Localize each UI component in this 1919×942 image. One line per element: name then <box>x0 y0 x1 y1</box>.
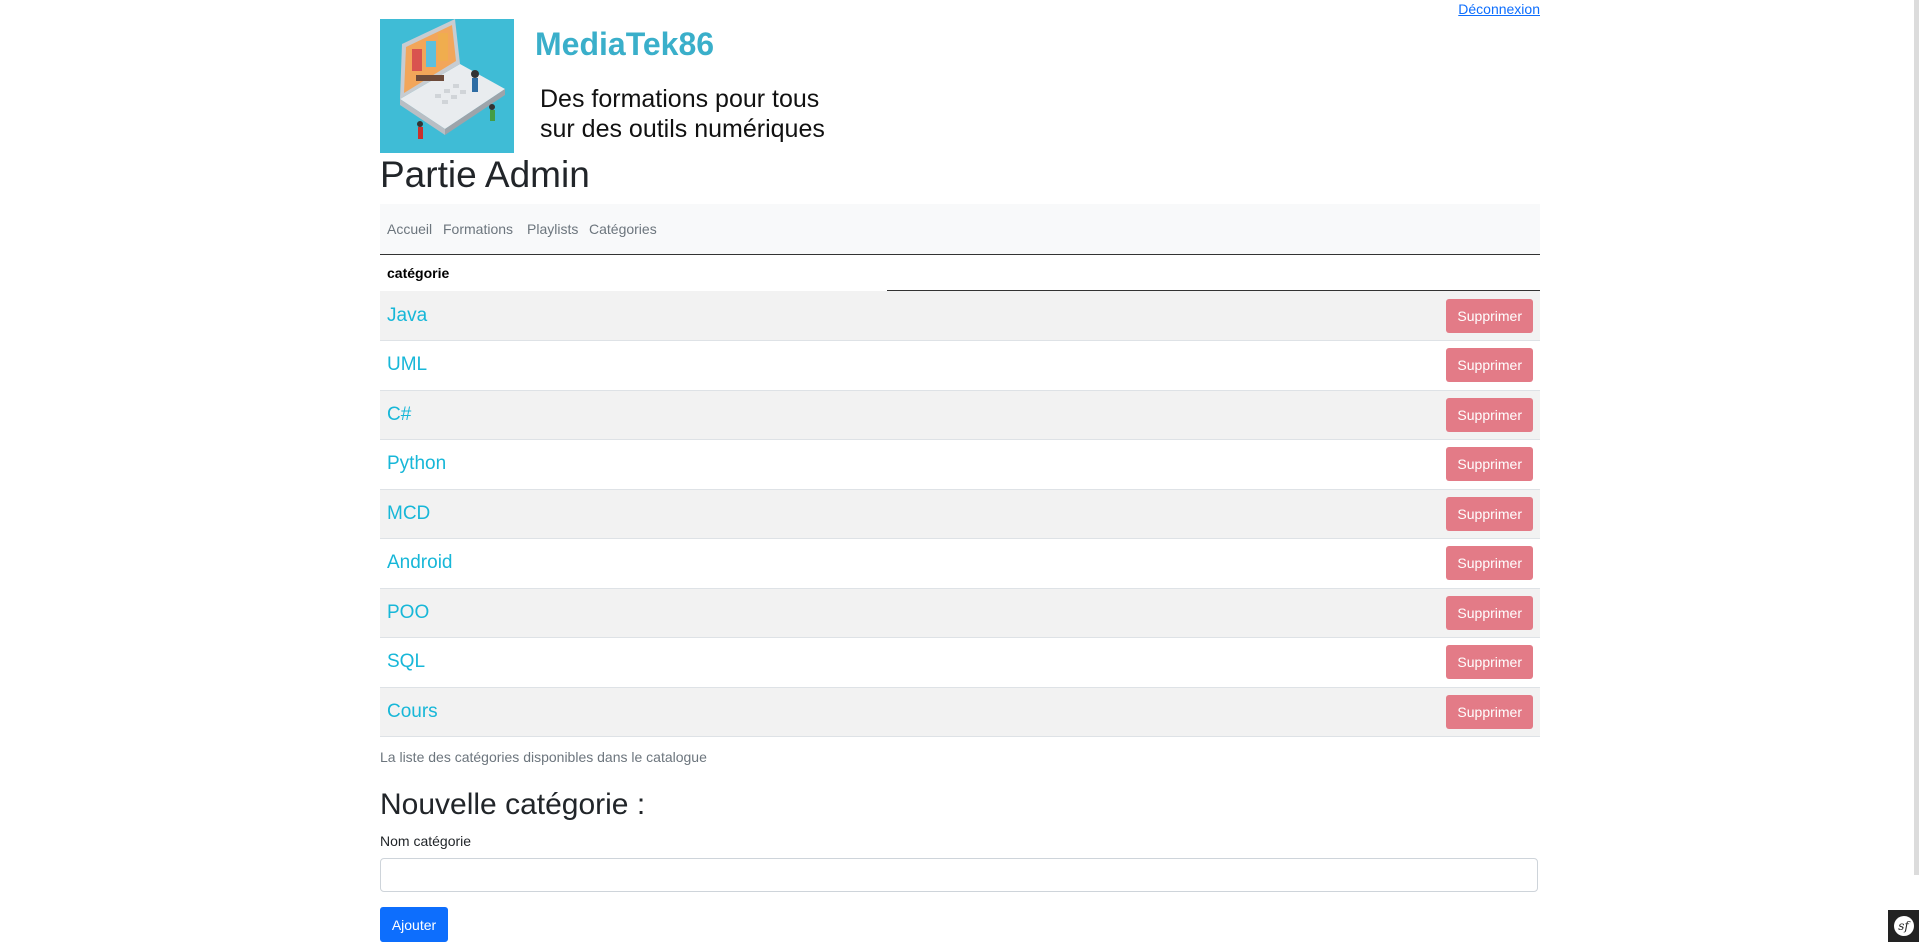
delete-button[interactable]: Supprimer <box>1446 496 1533 531</box>
tagline-line-1: Des formations pour tous <box>540 85 820 113</box>
nav-item-playlists[interactable]: Playlists <box>527 221 578 237</box>
delete-button[interactable]: Supprimer <box>1446 595 1533 630</box>
delete-button[interactable]: Supprimer <box>1446 298 1533 333</box>
new-category-title: Nouvelle catégorie : <box>380 788 646 821</box>
category-name-label: Nom catégorie <box>380 833 472 849</box>
logo-image <box>380 19 514 153</box>
nav-item-accueil[interactable]: Accueil <box>387 221 432 237</box>
category-name-input[interactable] <box>380 858 1538 892</box>
category-link[interactable]: Python <box>387 453 446 474</box>
add-button[interactable]: Ajouter <box>380 907 448 942</box>
admin-navbar: Accueil Formations Playlists Catégories <box>380 204 1540 254</box>
table-row: Java Supprimer <box>380 291 1540 341</box>
site-header: MediaTek86 Des formations pour tous sur … <box>380 0 1540 154</box>
table-row: Android Supprimer <box>380 538 1540 588</box>
table-row: MCD Supprimer <box>380 489 1540 539</box>
table-row: SQL Supprimer <box>380 637 1540 687</box>
category-link[interactable]: Android <box>387 552 453 573</box>
table-row: UML Supprimer <box>380 340 1540 390</box>
symfony-icon: sf <box>1893 916 1914 936</box>
category-link[interactable]: Java <box>387 305 427 326</box>
table-row: POO Supprimer <box>380 588 1540 638</box>
delete-button[interactable]: Supprimer <box>1446 694 1533 729</box>
category-link[interactable]: Cours <box>387 701 438 722</box>
tagline-line-2: sur des outils numériques <box>540 115 825 143</box>
delete-button[interactable]: Supprimer <box>1446 397 1533 432</box>
table-caption: La liste des catégories disponibles dans… <box>380 749 707 765</box>
page-container: Déconnexion MediaTek86 Des formations po… <box>380 0 1540 942</box>
table-row: Cours Supprimer <box>380 687 1540 737</box>
nav-item-categories[interactable]: Catégories <box>589 221 657 237</box>
table-row: C# Supprimer <box>380 390 1540 440</box>
table-row: Python Supprimer <box>380 439 1540 489</box>
delete-button[interactable]: Supprimer <box>1446 348 1533 383</box>
column-header-label: catégorie <box>387 265 450 281</box>
column-header-categorie: catégorie <box>380 254 1540 291</box>
category-link[interactable]: UML <box>387 354 427 375</box>
category-link[interactable]: C# <box>387 404 411 425</box>
page-scrollbar[interactable] <box>1914 0 1919 875</box>
delete-button[interactable]: Supprimer <box>1446 546 1533 581</box>
symfony-toolbar-toggle[interactable]: sf <box>1888 910 1919 942</box>
delete-button[interactable]: Supprimer <box>1446 645 1533 680</box>
brand-name: MediaTek86 <box>535 26 715 62</box>
category-link[interactable]: SQL <box>387 651 425 672</box>
category-link[interactable]: POO <box>387 602 429 623</box>
page-title: Partie Admin <box>380 154 590 195</box>
categories-table: catégorie Java Supprimer UML Supprimer C… <box>380 254 1540 737</box>
delete-button[interactable]: Supprimer <box>1446 447 1533 482</box>
tagline: Des formations pour tous sur des outils … <box>540 84 825 144</box>
nav-item-formations[interactable]: Formations <box>443 221 513 237</box>
category-link[interactable]: MCD <box>387 503 430 524</box>
